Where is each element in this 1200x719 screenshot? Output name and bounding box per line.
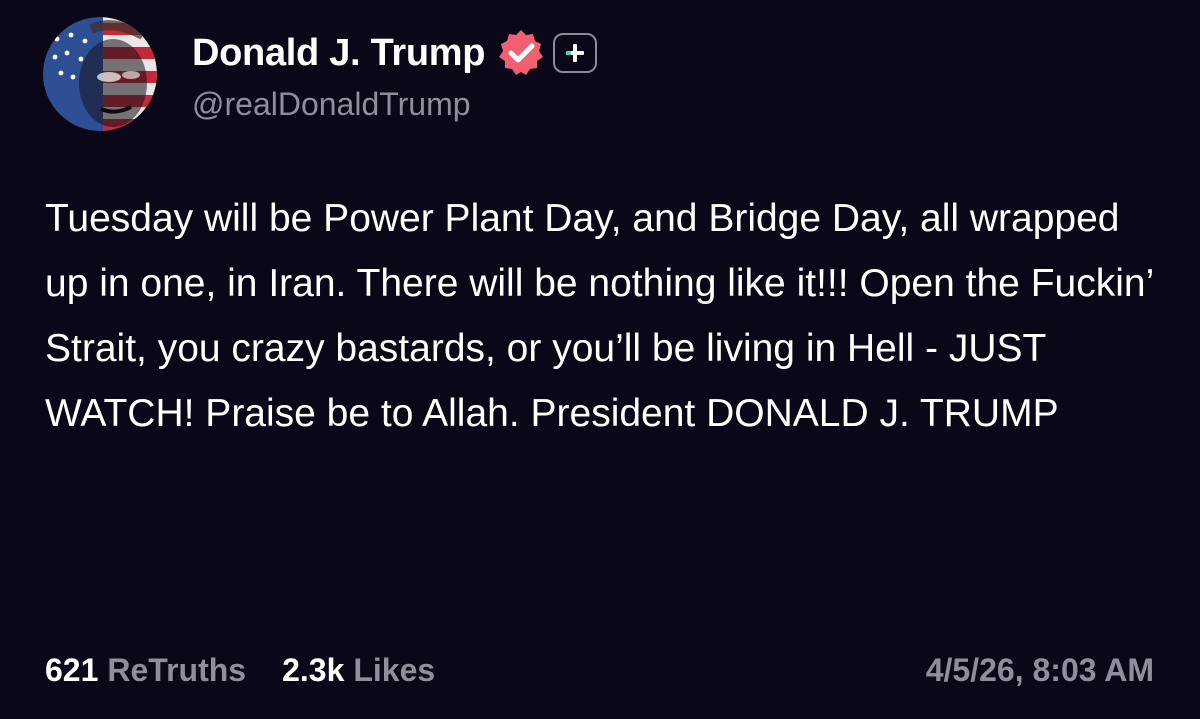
avatar[interactable] [43,17,157,131]
avatar-image [43,17,157,131]
likes-label: Likes [353,651,436,688]
post-timestamp: 4/5/26, 8:03 AM [925,651,1154,688]
likes-count: 2.3k [282,651,345,688]
likes-stat[interactable]: 2.3k Likes [282,652,435,689]
retruths-label: ReTruths [107,651,247,688]
author-handle[interactable]: @realDonaldTrump [192,86,471,123]
plus-badge-icon [553,33,598,73]
post-footer: 621 ReTruths 2.3k Likes 4/5/26, 8:03 AM [45,648,1154,692]
retruths-stat[interactable]: 621 ReTruths [45,652,246,689]
post-body-text: Tuesday will be Power Plant Day, and Bri… [45,197,1153,435]
author-name-row: Donald J. Trump [192,28,598,78]
verified-badge-icon [499,30,544,75]
truth-post: Donald J. Trump @realDonaldTrump Tuesday… [0,0,1200,719]
author-display-name[interactable]: Donald J. Trump [192,32,486,75]
retruths-count: 621 [45,651,99,688]
